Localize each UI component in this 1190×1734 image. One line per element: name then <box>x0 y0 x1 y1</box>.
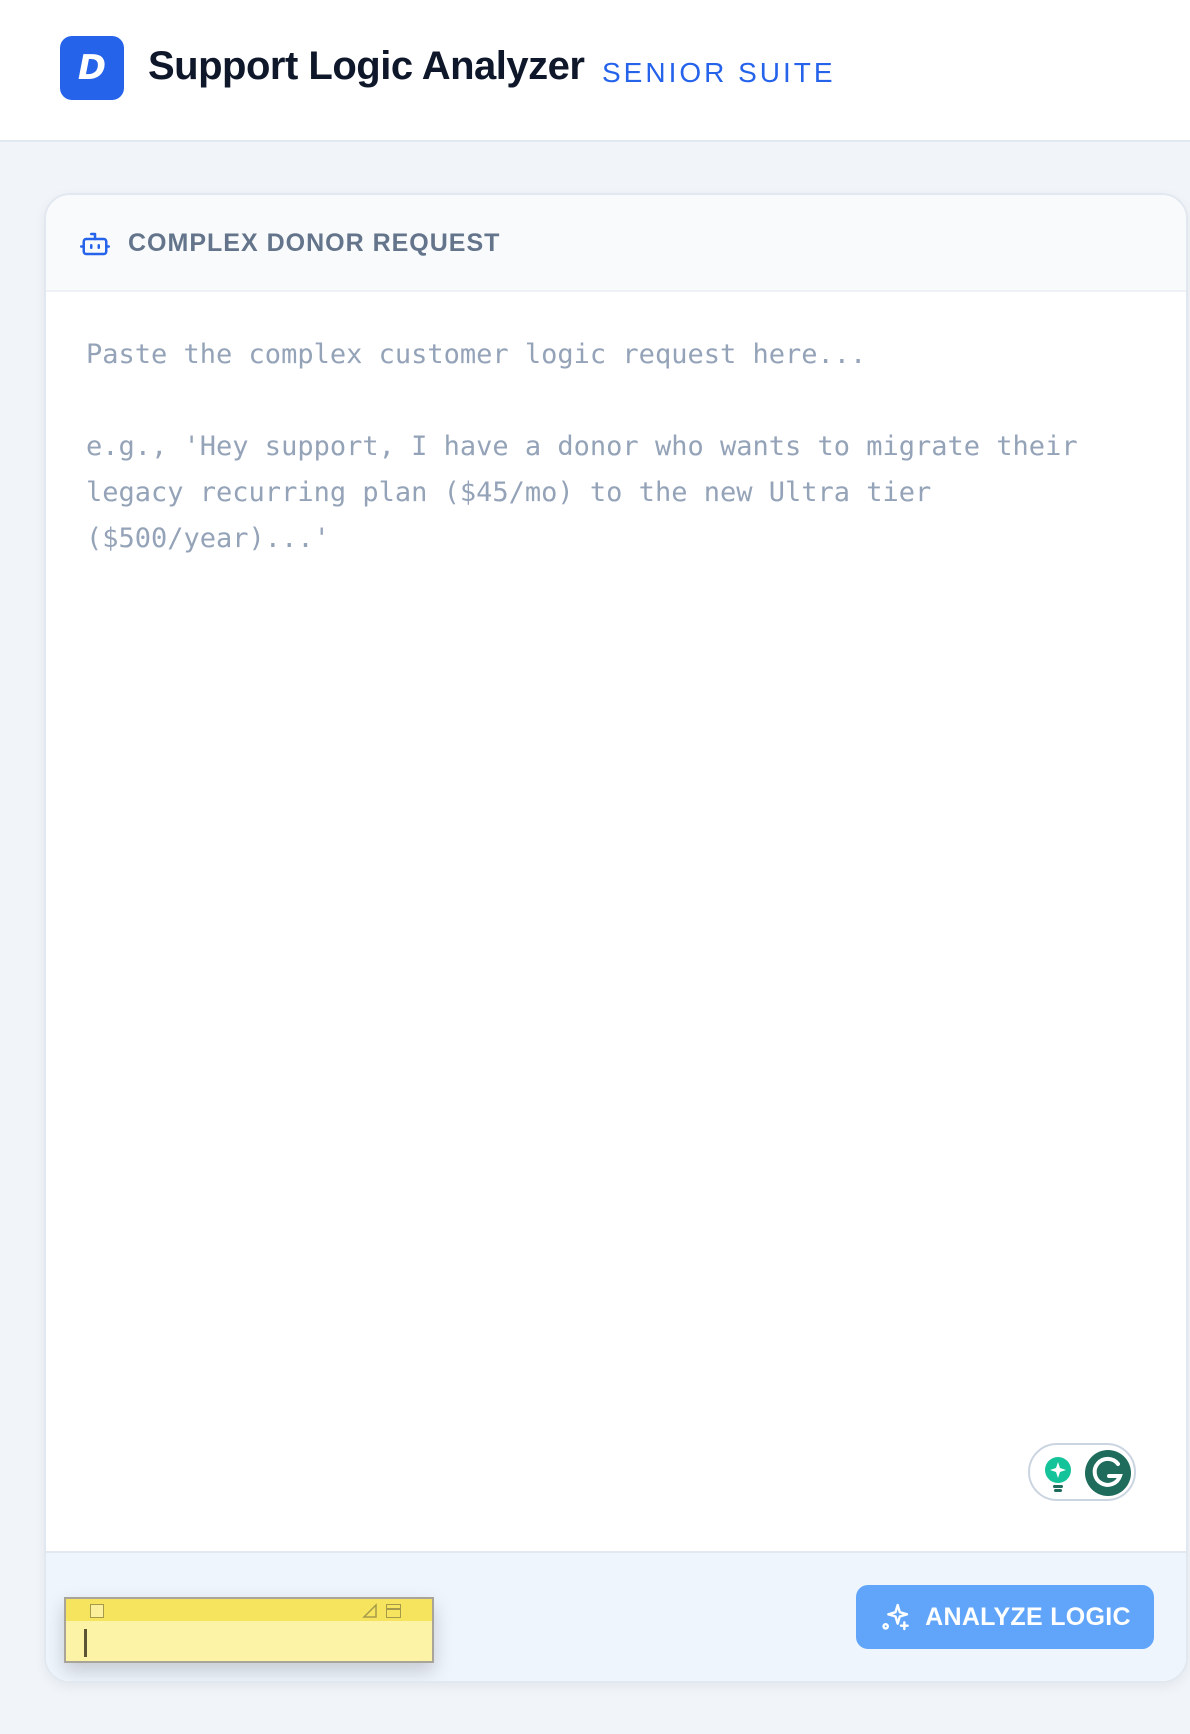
request-card: COMPLEX DONOR REQUEST Paste the complex … <box>44 193 1188 1683</box>
lightbulb-icon[interactable] <box>1042 1455 1074 1493</box>
note-maximize-icon[interactable] <box>386 1604 401 1618</box>
logo-letter: D <box>77 48 107 88</box>
card-header: COMPLEX DONOR REQUEST <box>46 195 1186 292</box>
note-resize-icon[interactable] <box>362 1603 378 1619</box>
card-footer: ANALYZE LOGIC <box>46 1551 1186 1681</box>
top-bar: D Support Logic Analyzer SENIOR SUITE <box>0 0 1190 142</box>
grammarly-g-icon[interactable] <box>1084 1449 1132 1497</box>
app-subtitle: SENIOR SUITE <box>602 57 836 88</box>
app-logo: D <box>60 36 124 100</box>
sticky-note[interactable] <box>64 1597 434 1663</box>
request-textarea[interactable] <box>46 292 1186 1681</box>
app-title: Support Logic Analyzer <box>148 44 585 88</box>
analyze-logic-button[interactable]: ANALYZE LOGIC <box>856 1585 1154 1649</box>
card-title: COMPLEX DONOR REQUEST <box>128 229 501 257</box>
note-text-caret <box>84 1629 87 1657</box>
note-close-icon[interactable] <box>90 1604 104 1618</box>
bot-icon <box>80 232 110 256</box>
grammarly-widget[interactable] <box>1028 1443 1136 1501</box>
sparkles-icon <box>882 1603 909 1631</box>
analyze-button-label: ANALYZE LOGIC <box>925 1602 1131 1631</box>
